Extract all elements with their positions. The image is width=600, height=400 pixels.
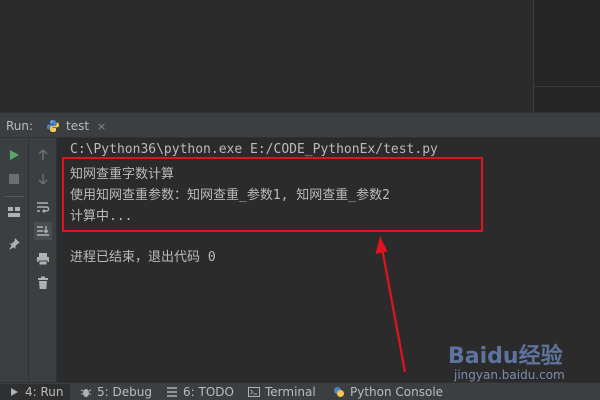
play-icon	[8, 386, 20, 398]
tab-terminal[interactable]: Terminal	[248, 384, 316, 400]
watermark-url: jingyan.baidu.com	[454, 368, 565, 382]
arrow-up-icon	[38, 149, 48, 160]
next-occurrence-button[interactable]	[34, 170, 52, 188]
close-icon[interactable]: ×	[97, 120, 106, 133]
watermark-brand: Baidu经验	[448, 344, 563, 369]
highlight-annotation-box	[62, 157, 483, 232]
todo-list-icon	[166, 386, 178, 398]
run-toolbar-primary	[0, 138, 29, 382]
rerun-button[interactable]	[5, 146, 23, 164]
bug-icon	[80, 386, 92, 398]
toolbar-separator	[4, 196, 24, 197]
scroll-to-end-button[interactable]	[34, 222, 52, 240]
tab-run-label: 4: Run	[25, 385, 64, 399]
tab-debug-label: 5: Debug	[97, 385, 152, 399]
tool-window-bar: 4: Run 5: Debug 6: TODO Terminal Python …	[0, 382, 600, 400]
console-command-line: C:\Python36\python.exe E:/CODE_PythonEx/…	[70, 142, 438, 157]
trash-icon	[38, 276, 48, 289]
editor-side-panel	[534, 0, 600, 112]
arrow-down-icon	[38, 174, 48, 185]
tab-todo-label: 6: TODO	[183, 385, 234, 399]
stop-icon	[9, 174, 19, 184]
layout-icon	[8, 207, 20, 217]
print-icon	[37, 253, 49, 266]
clear-all-button[interactable]	[34, 274, 52, 292]
baidu-watermark: Baidu经验 jingyan.baidu.com	[448, 338, 598, 388]
editor-divider-horizontal	[534, 86, 600, 87]
restore-layout-button[interactable]	[5, 203, 23, 221]
run-tool-window-header: Run: test ×	[0, 112, 600, 138]
tab-debug[interactable]: 5: Debug	[80, 384, 152, 400]
tab-todo[interactable]: 6: TODO	[166, 384, 234, 400]
print-button[interactable]	[34, 250, 52, 268]
tab-python-console[interactable]: Python Console	[333, 384, 443, 400]
play-icon	[10, 150, 19, 160]
pin-tab-button[interactable]	[5, 235, 23, 253]
run-tab-label: test	[66, 119, 90, 133]
editor-divider	[533, 0, 534, 112]
tab-terminal-label: Terminal	[265, 385, 316, 399]
stop-button[interactable]	[5, 170, 23, 188]
terminal-icon	[248, 386, 260, 398]
console-exit-line: 进程已结束，退出代码 0	[70, 250, 216, 265]
scroll-to-end-icon	[37, 226, 49, 236]
run-toolbar-secondary	[29, 138, 57, 382]
python-icon	[47, 120, 59, 132]
soft-wrap-button[interactable]	[34, 198, 52, 216]
tab-run[interactable]: 4: Run	[0, 384, 70, 400]
editor-area	[0, 0, 600, 112]
soft-wrap-icon	[37, 202, 50, 213]
run-tab-test[interactable]: test ×	[46, 116, 106, 136]
run-label: Run:	[6, 119, 34, 133]
python-icon	[333, 386, 345, 398]
tab-python-console-label: Python Console	[350, 385, 444, 399]
pin-icon	[9, 238, 20, 250]
previous-occurrence-button[interactable]	[34, 146, 52, 164]
